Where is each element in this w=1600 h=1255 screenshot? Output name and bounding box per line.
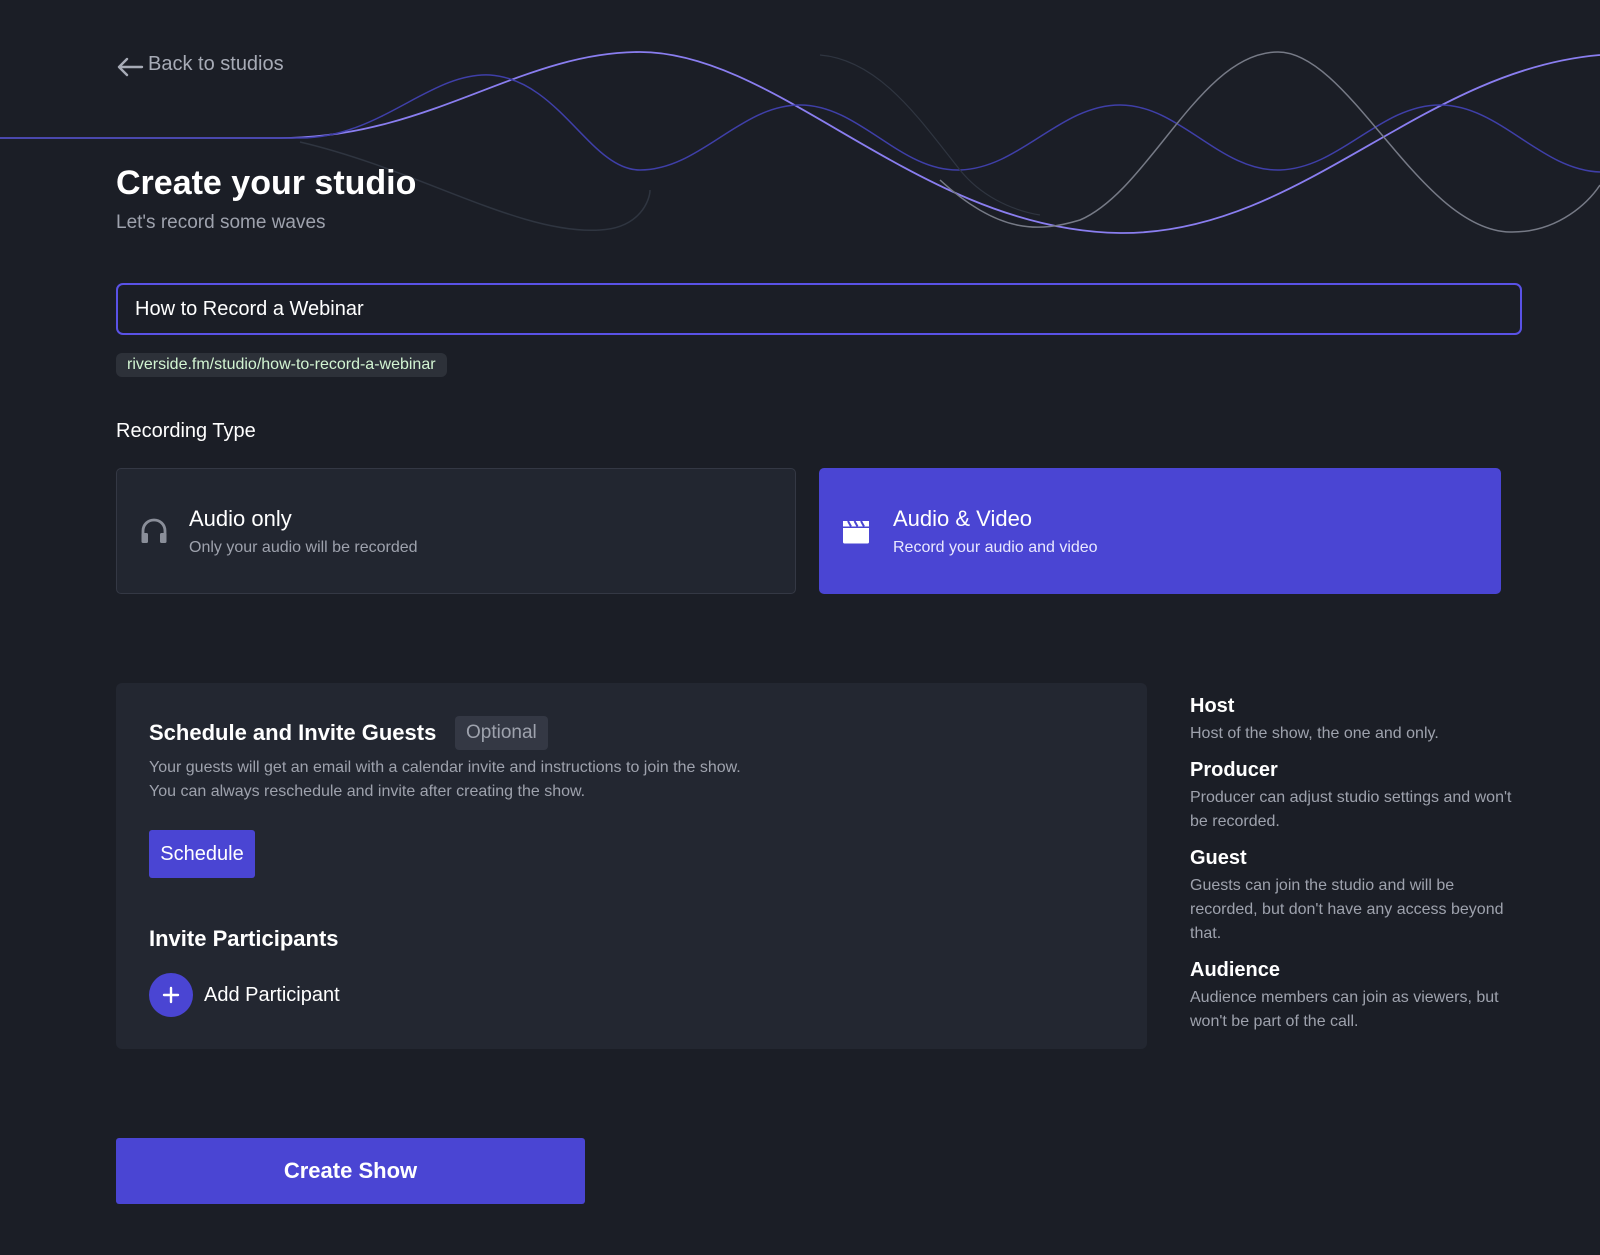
- back-to-studios-link[interactable]: Back to studios: [116, 50, 284, 78]
- clapperboard-icon: [843, 520, 869, 544]
- role-description: Audience members can join as viewers, bu…: [1190, 989, 1499, 1030]
- add-participant-button[interactable]: Add Participant: [149, 973, 340, 1017]
- plus-icon: [162, 986, 180, 1004]
- role-name: Audience: [1190, 959, 1281, 981]
- add-participant-label: Add Participant: [204, 983, 340, 1006]
- schedule-description-line-2: You can always reschedule and invite aft…: [149, 783, 586, 800]
- audio-video-option[interactable]: Audio & Video Record your audio and vide…: [819, 468, 1501, 594]
- studio-name-input[interactable]: [116, 283, 1522, 335]
- schedule-invite-panel: Schedule and Invite Guests Optional Your…: [116, 683, 1147, 1049]
- role-name: Host: [1190, 695, 1235, 717]
- audio-video-description: Record your audio and video: [893, 538, 1098, 556]
- role-producer: Producer Producer can adjust studio sett…: [1190, 759, 1520, 834]
- arrow-left-icon: [117, 57, 144, 77]
- schedule-description-line-1: Your guests will get an email with a cal…: [149, 759, 741, 776]
- role-name: Guest: [1190, 847, 1247, 869]
- role-description: Host of the show, the one and only.: [1190, 725, 1439, 742]
- role-description: Guests can join the studio and will be r…: [1190, 877, 1504, 942]
- roles-legend: Host Host of the show, the one and only.…: [1190, 695, 1520, 1047]
- schedule-heading: Schedule and Invite Guests: [149, 720, 437, 745]
- create-show-button[interactable]: Create Show: [116, 1138, 585, 1204]
- audio-only-option[interactable]: Audio only Only your audio will be recor…: [116, 468, 796, 594]
- schedule-button[interactable]: Schedule: [149, 830, 255, 878]
- create-studio-page: Back to studios Create your studio Let's…: [0, 0, 1600, 1255]
- role-host: Host Host of the show, the one and only.: [1190, 695, 1520, 746]
- role-guest: Guest Guests can join the studio and wil…: [1190, 847, 1520, 946]
- page-subtitle: Let's record some waves: [116, 212, 326, 233]
- page-title: Create your studio: [116, 164, 417, 202]
- role-description: Producer can adjust studio settings and …: [1190, 789, 1512, 830]
- optional-badge: Optional: [455, 716, 548, 750]
- audio-only-title: Audio only: [189, 505, 292, 531]
- audio-video-title: Audio & Video: [893, 505, 1033, 531]
- headphones-icon: [141, 518, 167, 543]
- invite-participants-heading: Invite Participants: [149, 926, 339, 951]
- add-participant-circle[interactable]: [149, 973, 193, 1017]
- role-name: Producer: [1190, 759, 1278, 781]
- schedule-description: Your guests will get an email with a cal…: [149, 756, 741, 804]
- back-link-label: Back to studios: [148, 52, 284, 75]
- studio-url-badge: riverside.fm/studio/how-to-record-a-webi…: [116, 353, 447, 377]
- role-audience: Audience Audience members can join as vi…: [1190, 959, 1520, 1034]
- recording-type-label: Recording Type: [116, 420, 256, 442]
- audio-only-description: Only your audio will be recorded: [189, 538, 418, 556]
